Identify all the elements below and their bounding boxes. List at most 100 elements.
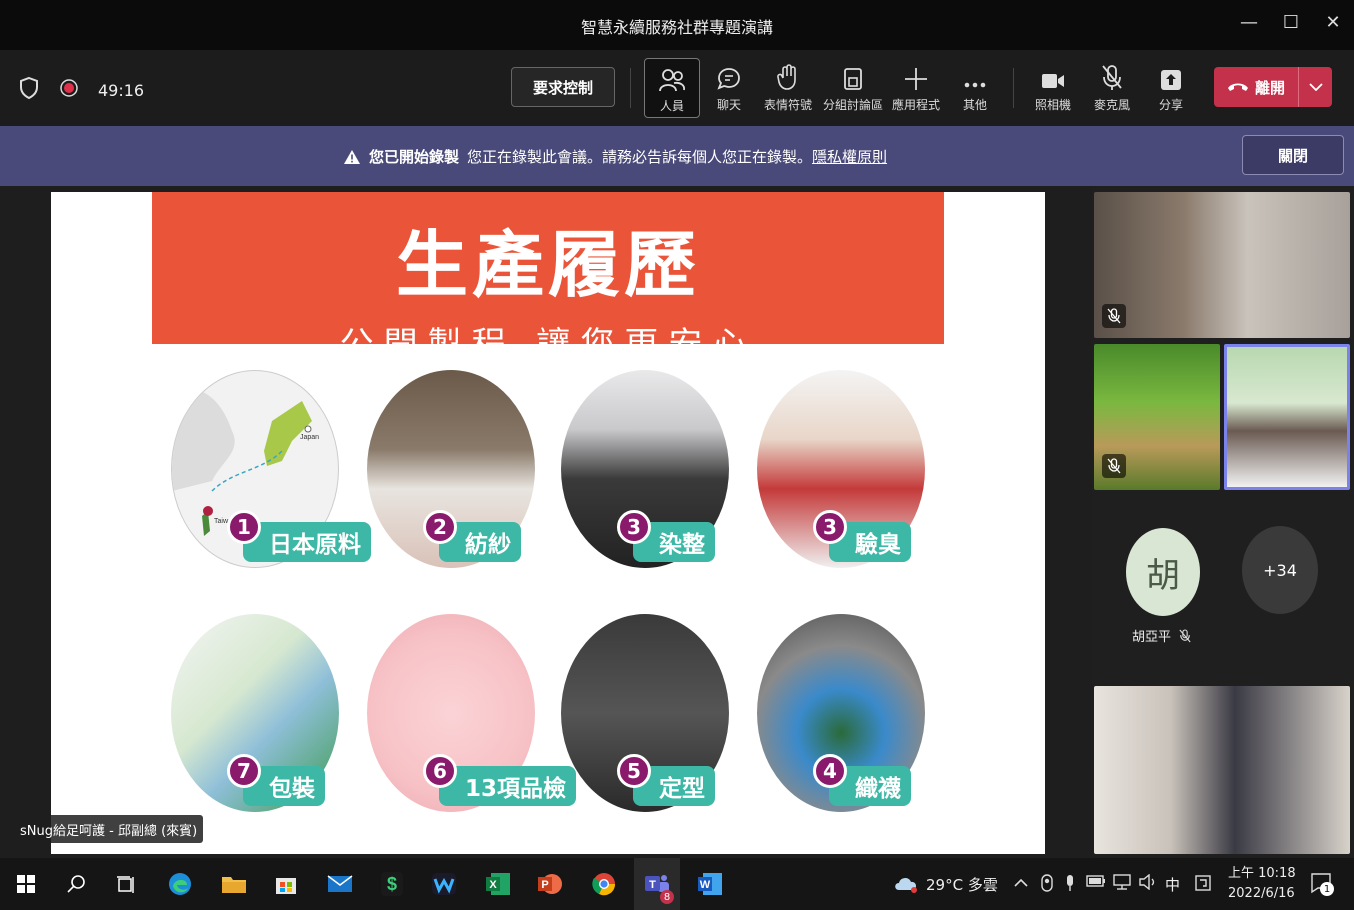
step-spinning: 2 紡紗 xyxy=(367,370,537,570)
microphone-tray-icon[interactable] xyxy=(1064,874,1076,896)
excel-button[interactable]: X xyxy=(482,868,514,900)
minimize-button[interactable]: — xyxy=(1234,12,1264,38)
notification-center-button[interactable]: 1 xyxy=(1310,872,1334,898)
windows-logo-icon xyxy=(17,875,35,893)
ime-mode-icon[interactable] xyxy=(1194,874,1212,896)
search-icon xyxy=(67,875,85,893)
breakout-rooms-icon xyxy=(844,68,862,90)
meeting-timer: 49:16 xyxy=(98,80,145,100)
search-button[interactable] xyxy=(60,868,92,900)
step-knitting: 4 織襪 xyxy=(757,614,927,814)
muted-badge xyxy=(1102,304,1126,328)
more-icon xyxy=(964,82,986,88)
map-label-japan: Japan xyxy=(300,434,319,441)
store-icon xyxy=(276,878,296,894)
chat-button[interactable]: 聊天 xyxy=(701,58,757,118)
shared-content-stage: 生產履歷 公開製程 讓您更安心 Japan Taiwan 1 日本原料 2 紡紗… xyxy=(0,186,1092,858)
camera-button[interactable]: 照相機 xyxy=(1025,58,1081,118)
more-button[interactable]: 其他 xyxy=(947,58,1003,118)
microphone-off-icon xyxy=(1102,65,1122,90)
mail-icon xyxy=(327,875,353,892)
step-label: 日本原料 xyxy=(243,522,371,562)
clock-time: 上午 10:18 xyxy=(1228,866,1296,881)
system-clock[interactable]: 上午 10:18 2022/6/16 xyxy=(1228,864,1296,904)
chat-icon xyxy=(717,68,740,90)
chrome-button[interactable] xyxy=(588,868,620,900)
step-number: 5 xyxy=(617,754,651,788)
request-control-button[interactable]: 要求控制 xyxy=(511,67,615,107)
leave-label: 離開 xyxy=(1254,78,1285,97)
share-icon xyxy=(1161,70,1181,90)
participant-avatar[interactable]: 胡 xyxy=(1126,528,1200,616)
step-number: 3 xyxy=(813,510,847,544)
step-raw-material: Japan Taiwan 1 日本原料 xyxy=(171,370,371,570)
microphone-off-icon xyxy=(1179,628,1191,642)
active-speaker-video-tile[interactable] xyxy=(1224,344,1350,490)
people-icon xyxy=(659,69,686,92)
reactions-icon xyxy=(777,64,796,90)
recording-title: 您已開始錄製 xyxy=(369,148,460,166)
volume-icon[interactable] xyxy=(1138,873,1158,894)
shield-icon[interactable] xyxy=(18,76,40,104)
step-quality-check: 6 13項品檢 xyxy=(367,614,577,814)
camera-icon xyxy=(1042,74,1064,88)
teams-notification-badge: 8 xyxy=(660,890,674,904)
reactions-button[interactable]: 表情符號 xyxy=(760,58,816,118)
powerpoint-button[interactable]: P xyxy=(534,868,566,900)
recording-banner: 您已開始錄製 您正在錄製此會議。請務必告訴每個人您正在錄製。 隱私權原則 關閉 xyxy=(0,126,1354,186)
apps-button[interactable]: 應用程式 xyxy=(888,58,944,118)
svg-text:P: P xyxy=(541,879,548,891)
webex-button[interactable] xyxy=(428,868,460,900)
network-icon[interactable] xyxy=(1112,874,1132,894)
close-window-button[interactable]: ✕ xyxy=(1318,12,1348,38)
step-setting: 5 定型 xyxy=(561,614,731,814)
maximize-button[interactable]: ☐ xyxy=(1276,12,1306,38)
participant-panel: 胡 胡亞平 +34 xyxy=(1092,186,1354,858)
chevron-up-icon[interactable] xyxy=(1014,874,1028,892)
slide-title: 生產履歷 xyxy=(395,223,700,307)
battery-icon[interactable] xyxy=(1086,874,1106,892)
dollar-app-icon: $ xyxy=(381,872,403,896)
start-button[interactable] xyxy=(10,868,42,900)
privacy-policy-link[interactable]: 隱私權原則 xyxy=(812,146,887,167)
step-packaging: 7 包裝 xyxy=(171,614,341,814)
people-button[interactable]: 人員 xyxy=(644,58,700,118)
warning-icon xyxy=(344,149,360,164)
more-participants-button[interactable]: +34 xyxy=(1242,526,1318,614)
word-icon: W xyxy=(698,873,722,895)
microphone-button[interactable]: 麥克風 xyxy=(1084,58,1140,118)
file-explorer-button[interactable] xyxy=(218,868,250,900)
participant-video-tile[interactable] xyxy=(1094,192,1350,338)
task-view-button[interactable] xyxy=(110,868,142,900)
presenter-name-caption: sNug給足呵護 - 邱副總 (來賓) xyxy=(14,815,204,843)
participant-name-row: 胡亞平 xyxy=(1132,626,1191,645)
slide-header: 生產履歷 公開製程 讓您更安心 xyxy=(152,192,944,365)
notification-count-badge: 1 xyxy=(1320,882,1334,896)
powerpoint-icon: P xyxy=(538,874,562,894)
leave-options-button[interactable] xyxy=(1298,67,1332,107)
hang-up-icon xyxy=(1227,83,1248,91)
weather-icon[interactable] xyxy=(892,872,920,898)
apps-icon xyxy=(905,68,927,90)
svg-text:X: X xyxy=(489,879,497,891)
task-view-icon xyxy=(117,876,134,893)
weather-text[interactable]: 29°C 多雲 xyxy=(926,874,998,895)
camera-tray-icon[interactable] xyxy=(1040,874,1054,896)
title-bar: 智慧永續服務社群專題演講 — ☐ ✕ xyxy=(0,0,1354,50)
word-button[interactable]: W xyxy=(694,868,726,900)
chevron-down-icon xyxy=(1308,83,1323,91)
share-button[interactable]: 分享 xyxy=(1143,58,1199,118)
store-button[interactable] xyxy=(270,868,302,900)
toolbar-divider xyxy=(1013,68,1014,108)
leave-button[interactable]: 離開 xyxy=(1214,67,1332,107)
edge-button[interactable] xyxy=(164,868,196,900)
teams-button[interactable]: T 8 xyxy=(634,858,680,910)
dismiss-banner-button[interactable]: 關閉 xyxy=(1242,135,1344,175)
ime-indicator[interactable]: 中 xyxy=(1165,874,1180,895)
participant-video-tile[interactable] xyxy=(1094,686,1350,854)
participant-video-tile[interactable] xyxy=(1094,344,1220,490)
mail-button[interactable] xyxy=(324,868,356,900)
step-odor-test: 3 驗臭 xyxy=(757,370,927,570)
breakout-rooms-button[interactable]: 分組討論區 xyxy=(822,58,884,118)
app-button[interactable]: $ xyxy=(376,868,408,900)
